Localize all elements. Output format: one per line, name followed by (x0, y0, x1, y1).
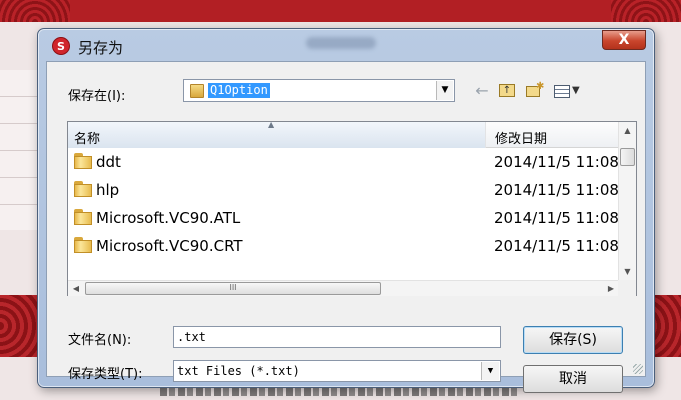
sort-ascending-icon: ▲ (268, 120, 275, 129)
file-type-value: txt Files (*.txt) (177, 364, 300, 378)
chevron-down-icon[interactable]: ▼ (481, 362, 499, 380)
new-folder-icon[interactable]: ✱ (524, 81, 544, 101)
folder-icon (190, 84, 204, 98)
save-button[interactable]: 保存(S) (523, 326, 623, 354)
folder-icon (74, 237, 92, 253)
dialog-client-area: 保存在(I): Q1Option ▼ ← ↑ ✱ ▼ ▲ 名称 修改日期 ddt… (46, 61, 646, 393)
column-header-name[interactable]: ▲ 名称 (68, 120, 486, 148)
list-header: ▲ 名称 修改日期 (68, 120, 619, 148)
file-name-input[interactable]: .txt (173, 326, 501, 348)
file-name: Microsoft.VC90.ATL (96, 209, 241, 227)
column-header-name-label: 名称 (74, 132, 101, 147)
file-date: 2014/11/5 11:08 (494, 209, 619, 227)
view-menu-icon[interactable]: ▼ (552, 81, 584, 101)
save-in-dropdown[interactable]: Q1Option ▼ (183, 79, 455, 102)
file-list[interactable]: ▲ 名称 修改日期 ddt 2014/11/5 11:08 hlp 2014/1… (67, 120, 637, 296)
horizontal-scroll-thumb[interactable]: III (85, 282, 381, 295)
cancel-button[interactable]: 取消 (523, 365, 623, 393)
file-rows: ddt 2014/11/5 11:08 hlp 2014/11/5 11:08 … (68, 148, 619, 280)
file-date: 2014/11/5 11:08 (494, 237, 619, 255)
scroll-up-icon[interactable]: ▲ (619, 122, 636, 139)
folder-icon (74, 209, 92, 225)
background-list-lines (0, 70, 40, 230)
list-item[interactable]: hlp 2014/11/5 11:08 (68, 176, 619, 203)
file-name: Microsoft.VC90.CRT (96, 237, 243, 255)
folder-icon (74, 181, 92, 197)
close-button[interactable]: X (602, 30, 646, 50)
dialog-title: 另存为 (78, 39, 124, 57)
column-header-date[interactable]: 修改日期 (487, 122, 619, 148)
scroll-left-icon[interactable]: ◀ (68, 281, 84, 296)
scroll-down-icon[interactable]: ▼ (619, 263, 636, 280)
blurred-title-fragment (306, 37, 376, 49)
file-type-label: 保存类型(T): (68, 367, 143, 382)
up-folder-icon[interactable]: ↑ (497, 81, 517, 101)
scroll-right-icon[interactable]: ▶ (603, 281, 619, 296)
resize-grip-icon[interactable] (633, 364, 643, 374)
file-date: 2014/11/5 11:08 (494, 181, 619, 199)
vertical-scroll-thumb[interactable] (620, 148, 635, 166)
folder-icon (74, 153, 92, 169)
back-arrow-icon[interactable]: ← (472, 81, 492, 101)
file-type-select[interactable]: txt Files (*.txt) ▼ (173, 360, 501, 382)
horizontal-scrollbar[interactable]: ◀ III ▶ (68, 280, 619, 296)
list-item[interactable]: Microsoft.VC90.CRT 2014/11/5 11:08 (68, 232, 619, 259)
column-header-date-label: 修改日期 (495, 132, 548, 147)
app-logo-icon: S (52, 37, 70, 55)
list-item[interactable]: Microsoft.VC90.ATL 2014/11/5 11:08 (68, 204, 619, 231)
background-header-band (0, 0, 681, 22)
dialog-titlebar[interactable]: S 另存为 X (38, 29, 654, 59)
vertical-scrollbar[interactable]: ▲ ▼ (618, 122, 636, 280)
file-name: ddt (96, 153, 121, 171)
save-in-current-folder: Q1Option (207, 82, 271, 99)
save-in-label: 保存在(I): (68, 89, 126, 104)
save-as-dialog: S 另存为 X 保存在(I): Q1Option ▼ ← ↑ ✱ ▼ ▲ 名称 … (37, 28, 655, 393)
file-date: 2014/11/5 11:08 (494, 153, 619, 171)
list-item[interactable]: ddt 2014/11/5 11:08 (68, 148, 619, 175)
file-name: hlp (96, 181, 120, 199)
file-name-label: 文件名(N): (68, 333, 132, 348)
chevron-down-icon[interactable]: ▼ (436, 81, 453, 100)
scrollbar-corner (618, 280, 636, 296)
